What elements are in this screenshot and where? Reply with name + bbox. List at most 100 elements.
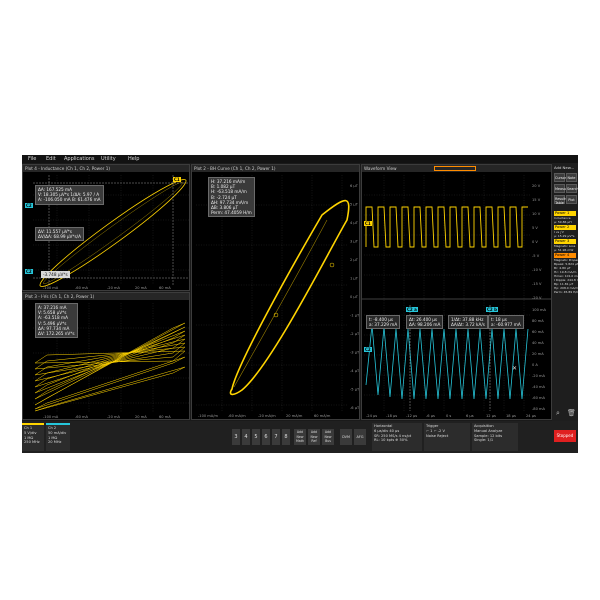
trigger-settings-badge[interactable]: Trigger ⌐ 1 ⌐ -2 V Noise Reject (424, 423, 470, 451)
note-button[interactable]: Note (566, 173, 577, 182)
plot2-xtick: -100 mA/m (198, 414, 218, 418)
waveform-top-ytick: 10 V (532, 212, 541, 216)
readout-line: Perm: 47.4059 H/m (211, 210, 252, 216)
ch3-button[interactable]: 3 (232, 429, 240, 445)
add-new-math-button[interactable]: Add New Math (294, 429, 306, 445)
waveform-top-ytick: -20 V (532, 296, 542, 300)
plot4-xtick: -60 mA (75, 286, 89, 290)
cursor-b-tag[interactable]: C2 b (486, 307, 498, 312)
ch2-line: 20 MHz (48, 440, 62, 445)
menu-utility[interactable]: Utility (101, 156, 116, 162)
trigger-position-indicator[interactable] (434, 166, 476, 171)
ch2-marker[interactable]: C2 (364, 347, 372, 352)
power4-lines: Magnetic Property Bpeak: 5.824 µT Br: 4.… (554, 258, 578, 294)
plot4-c2-marker-bottom[interactable]: C2 (25, 269, 33, 274)
power4-line: Perm: 45.89 H/m (554, 290, 578, 294)
waveform-xtick: 6 µs (466, 414, 474, 418)
plot2-cursor-readout[interactable]: H: 37.216 mA/m B: 1.082 µT H: -63.518 mA… (208, 177, 255, 218)
plot2-ytick: 2 µT (350, 258, 359, 262)
plot3-xtick: -60 mA (75, 415, 89, 419)
trash-icon[interactable]: 🗑 (567, 409, 576, 417)
measure-button[interactable]: Measure (554, 184, 569, 193)
ch5-button[interactable]: 5 (252, 429, 260, 445)
waveform-top-ytick: -15 V (532, 282, 542, 286)
waveform-readout-right[interactable]: t: 18 µs a: -60.977 mA (488, 315, 524, 330)
horizontal-line: RL: 10 kpts ⊕ 50% (374, 438, 408, 443)
bottom-settings-bar: Ch 1 5 V/div 1 MΩ 250 MHz Ch 2 50 mA/div… (22, 421, 552, 453)
waveform-bottom-ytick: 100 mA (532, 308, 547, 312)
menu-file[interactable]: File (28, 156, 36, 162)
plot-button[interactable]: Plot (566, 195, 577, 204)
waveform-bottom-ytick: 80 mA (532, 319, 544, 323)
plot2-cursor-b-point (329, 262, 335, 268)
waveform-xtick: -24 µs (366, 414, 377, 418)
ch1-settings-badge[interactable]: Ch 1 5 V/div 1 MΩ 250 MHz (22, 423, 44, 451)
readout-line: ΔV/ΔA: 68.99 µV*s/A (38, 234, 81, 240)
waveform-view-panel[interactable]: Waveform View ✕ 20 V 15 V 10 V5 V0 V -5 V -1… (361, 164, 552, 420)
waveform-readout-left[interactable]: t: -8.400 µs a: 37.229 mA (366, 315, 401, 330)
plot2-bh-loop-trace (229, 199, 350, 396)
afg-button[interactable]: AFG (354, 429, 366, 445)
plot2-ytick: -6 µT (350, 406, 360, 410)
plot4-cursor-readout-b[interactable]: ΔV: 11.557 µV*s ΔV/ΔA: 68.99 µV*s/A (35, 227, 84, 242)
ch1-line: 250 MHz (24, 440, 40, 445)
ch2-current-trace (365, 324, 529, 400)
ch6-button[interactable]: 6 (262, 429, 270, 445)
ch7-button[interactable]: 7 (272, 429, 280, 445)
plot2-xtick: 20 mA/m (286, 414, 303, 418)
plot2-ytick: 0 µT (350, 295, 359, 299)
dvm-button[interactable]: DVM (340, 429, 352, 445)
plot4-xtick: -20 mA (107, 286, 121, 290)
menu-applications[interactable]: Applications (64, 156, 95, 162)
readout-line: a: 37.229 mA (369, 322, 398, 328)
ch2-line: 50 mA/div (48, 430, 67, 435)
readout-line: ΔA: 98.206 mA (409, 322, 441, 328)
waveform-top-ytick: -10 V (532, 268, 542, 272)
ch1-voltage-trace (365, 206, 528, 248)
plot4-inductance-panel[interactable]: Plot 4 - Inductance (Ch 1, Ch 2, Power 1… (22, 164, 190, 291)
plot2-ytick: 1 µT (350, 277, 359, 281)
plot2-bh-curve-panel[interactable]: Plot 2 - BH Curve (Ch 1, Ch 2, Power 1) … (191, 164, 360, 420)
ch2-settings-badge[interactable]: Ch 2 50 mA/div 1 MΩ 20 MHz (46, 423, 70, 451)
waveform-bottom-ytick: 20 mA (532, 352, 544, 356)
plot4-c1-marker[interactable]: C1 (173, 177, 181, 182)
waveform-xtick: 12 µs (486, 414, 496, 418)
waveform-readout-freq[interactable]: 1/Δt: 37.88 kHz ΔA/Δt: 3.72 kA/s (448, 315, 488, 330)
power2-lines: I vs ∫V µ: 15.29 µV*s (554, 230, 576, 238)
menu-edit[interactable]: Edit (46, 156, 56, 162)
plot2-ytick: 3 µT (350, 240, 359, 244)
plot3-ivs-panel[interactable]: Plot 3 - I-Vs (Ch 1, Ch 2, Power 1) -100… (22, 292, 190, 420)
menu-help[interactable]: Help (128, 156, 139, 162)
waveform-top-ytick: 5 V (532, 226, 538, 230)
waveform-readout-delta[interactable]: Δt: 26.400 µs ΔA: 98.206 mA (406, 315, 444, 330)
add-new-ref-button[interactable]: Add New Ref (308, 429, 320, 445)
plot4-c2-marker[interactable]: C2 (25, 203, 33, 208)
trigger-line: Noise Reject (426, 433, 449, 438)
ch8-button[interactable]: 8 (282, 429, 290, 445)
plot2-ytick: -5 µT (350, 388, 360, 392)
plot4-cursor-readout-a[interactable]: ΔA: 167.525 mA V: 18.305 µV*s 1/ΔA: 5.97… (35, 185, 104, 205)
results-table-button[interactable]: Results Table (554, 195, 567, 205)
waveform-xtick: -6 µs (426, 414, 435, 418)
waveform-bottom-ytick: -80 mA (532, 407, 546, 411)
waveform-bottom-ytick: -40 mA (532, 385, 546, 389)
ch1-marker[interactable]: C1 (364, 221, 372, 226)
zoom-icon[interactable]: ⌕ (556, 409, 560, 418)
waveform-bottom-ytick: 60 mA (532, 330, 544, 334)
horizontal-settings-badge[interactable]: Horizontal 6 µs/div 40 µs SR: 250 MS/s 4… (372, 423, 422, 451)
oscilloscope-screen: File Edit Applications Utility Help Plot… (22, 155, 578, 453)
acquisition-settings-badge[interactable]: Acquisition Manual Analyze Sample: 12 bi… (472, 423, 518, 451)
plot4-cursor-value: -3.748 µV*s (41, 271, 70, 279)
plot2-ytick: 5 µT (350, 203, 359, 207)
search-button[interactable]: Search (566, 184, 578, 193)
add-new-bus-button[interactable]: Add New Bus (322, 429, 334, 445)
cursor-a-tag[interactable]: C2 a (406, 307, 418, 312)
plot3-cursor-readout[interactable]: A: 37.216 mA V: 5.658 µV*s A: -63.518 mA… (35, 303, 78, 339)
plot3-xtick: -20 mA (107, 415, 121, 419)
plot2-xtick: -60 mA/m (228, 414, 246, 418)
plot4-xtick: 20 mA (135, 286, 147, 290)
cursors-button[interactable]: Cursors (554, 173, 568, 182)
stopped-button[interactable]: Stopped (554, 430, 576, 442)
plot4-xtick: -100 mA (43, 286, 59, 290)
ch4-button[interactable]: 4 (242, 429, 250, 445)
